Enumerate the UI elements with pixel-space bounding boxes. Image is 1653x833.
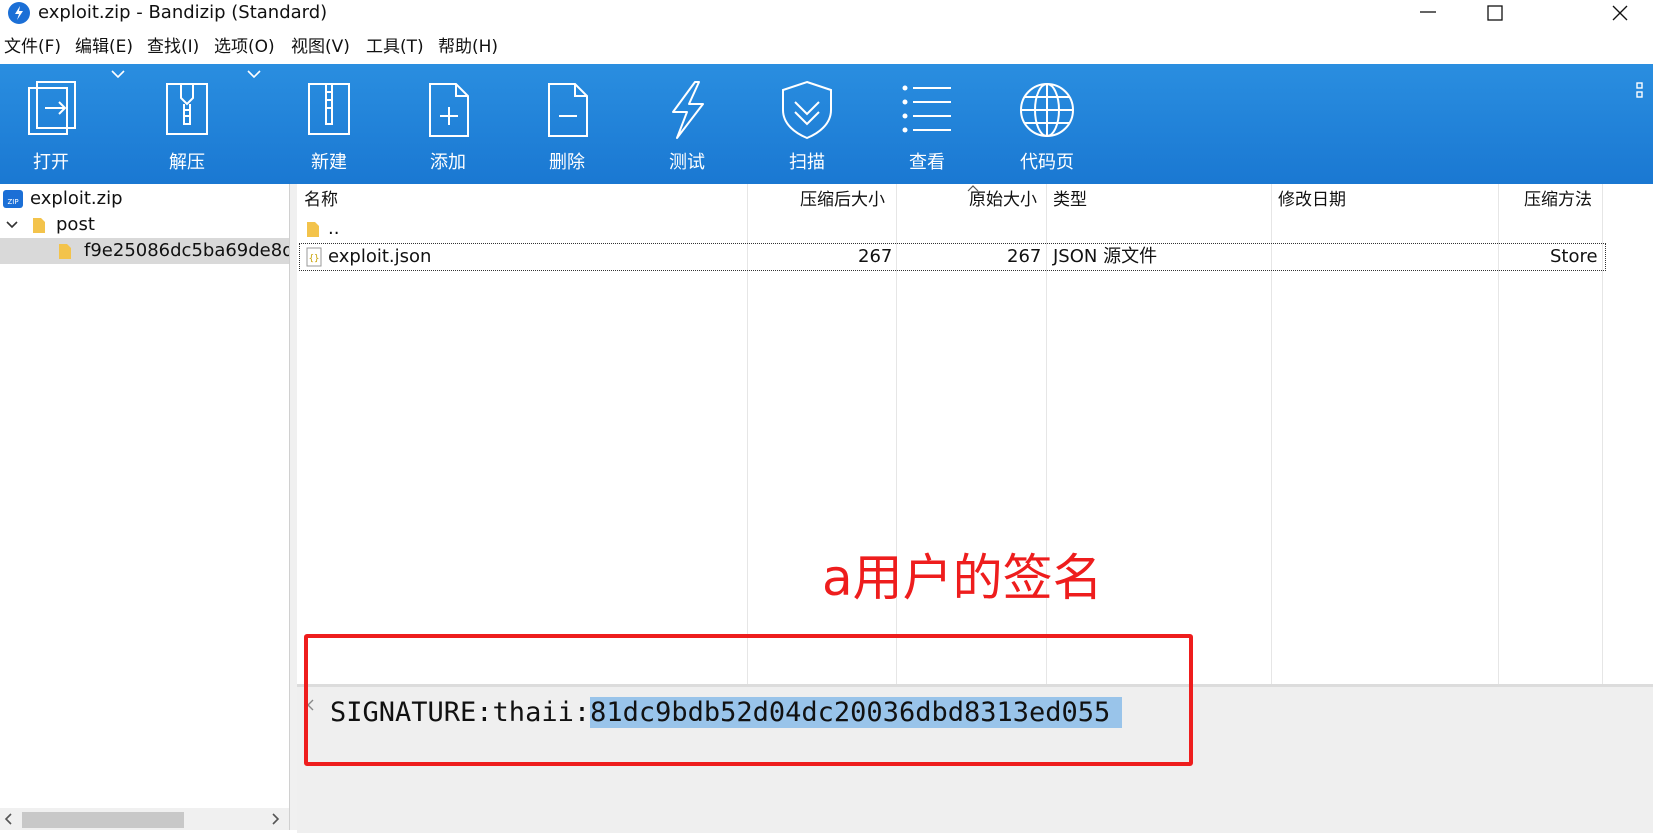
row-name: ..	[328, 218, 340, 239]
codepage-label: 代码页	[1020, 152, 1074, 173]
test-bolt-icon	[672, 81, 704, 139]
table-row-file[interactable]: {} exploit.json 267 267 JSON 源文件 Store	[299, 243, 1606, 271]
tree-horizontal-scrollbar[interactable]	[0, 808, 289, 830]
extract-button[interactable]: 解压	[137, 64, 237, 184]
folder-tree: ZIP exploit.zip post f9e25086dc5ba69de8d	[0, 184, 290, 830]
menu-view[interactable]: 视图(V)	[291, 35, 350, 59]
svg-text:ZIP: ZIP	[7, 198, 18, 206]
title-bar: exploit.zip - Bandizip (Standard)	[0, 0, 1653, 26]
codepage-button[interactable]: 代码页	[997, 64, 1097, 184]
folder-icon	[307, 222, 319, 237]
menu-edit[interactable]: 编辑(E)	[75, 35, 133, 59]
test-label: 测试	[669, 152, 705, 173]
view-list-icon	[902, 85, 951, 133]
scrollbar-thumb[interactable]	[22, 812, 184, 828]
window-title: exploit.zip - Bandizip (Standard)	[38, 2, 328, 23]
table-row-parent[interactable]: ..	[300, 216, 1605, 242]
tree-item-archive-label: exploit.zip	[30, 188, 123, 209]
annotation-label: a用户的签名	[822, 549, 1103, 607]
row-method: Store	[1550, 246, 1598, 267]
toolbar: 打开 解压 新建 添加 删除 测试 扫描 查看 代码页	[0, 64, 1653, 184]
codepage-globe-icon	[1020, 83, 1074, 137]
add-file-icon	[429, 83, 469, 137]
delete-button[interactable]: 删除	[517, 64, 617, 184]
folder-icon	[33, 218, 45, 233]
menu-bar: 文件(F) 编辑(E) 查找(I) 选项(O) 视图(V) 工具(T) 帮助(H…	[0, 34, 1653, 62]
column-header-original-size[interactable]: 原始大小	[969, 188, 1037, 212]
close-button[interactable]	[1590, 0, 1650, 26]
row-type: JSON 源文件	[1053, 246, 1158, 267]
tree-item-subfolder[interactable]: f9e25086dc5ba69de8d	[0, 238, 289, 264]
chevron-down-icon[interactable]	[6, 221, 18, 229]
open-button[interactable]: 打开	[1, 64, 101, 184]
menu-options[interactable]: 选项(O)	[214, 35, 275, 59]
toolbar-overflow-icon[interactable]	[1636, 82, 1650, 102]
scroll-right-icon	[272, 813, 280, 825]
row-original-size: 267	[1007, 246, 1042, 267]
json-file-icon: {}	[306, 247, 322, 267]
column-header-type[interactable]: 类型	[1053, 188, 1087, 212]
tree-item-post[interactable]: post	[0, 212, 289, 238]
test-button[interactable]: 测试	[637, 64, 737, 184]
scan-button[interactable]: 扫描	[757, 64, 857, 184]
view-button[interactable]: 查看	[877, 64, 977, 184]
tree-item-subfolder-label: f9e25086dc5ba69de8d	[84, 240, 289, 261]
maximize-button[interactable]	[1465, 0, 1525, 26]
minimize-icon	[1420, 11, 1436, 13]
new-archive-button[interactable]: 新建	[279, 64, 379, 184]
tree-item-post-label: post	[56, 214, 95, 235]
scan-shield-icon	[782, 80, 832, 140]
open-label: 打开	[33, 152, 69, 173]
chevron-down-icon	[111, 70, 125, 78]
extract-label: 解压	[169, 152, 205, 173]
column-header-modified[interactable]: 修改日期	[1278, 188, 1346, 212]
menu-find[interactable]: 查找(I)	[147, 35, 199, 59]
chevron-down-icon	[247, 70, 261, 78]
column-header-method[interactable]: 压缩方法	[1524, 188, 1592, 212]
menu-file[interactable]: 文件(F)	[4, 35, 61, 59]
close-icon	[1612, 5, 1628, 21]
extract-icon	[166, 83, 208, 135]
add-button[interactable]: 添加	[398, 64, 498, 184]
bandizip-app-icon	[8, 2, 30, 24]
open-dropdown-arrow[interactable]	[108, 64, 128, 84]
new-archive-label: 新建	[311, 152, 347, 173]
new-archive-icon	[308, 83, 350, 135]
add-label: 添加	[430, 152, 466, 173]
row-compressed-size: 267	[858, 246, 893, 267]
scroll-left-icon	[4, 813, 12, 825]
svg-text:{}: {}	[309, 254, 320, 264]
row-name: exploit.json	[328, 246, 432, 267]
open-icon	[28, 81, 76, 135]
folder-icon	[59, 244, 71, 259]
menu-tools[interactable]: 工具(T)	[366, 35, 424, 59]
scan-label: 扫描	[789, 152, 825, 173]
column-header-compressed-size[interactable]: 压缩后大小	[800, 188, 885, 212]
delete-file-icon	[548, 83, 588, 137]
menu-help[interactable]: 帮助(H)	[438, 35, 498, 59]
view-label: 查看	[909, 152, 945, 173]
zip-archive-icon: ZIP	[3, 190, 23, 208]
extract-dropdown-arrow[interactable]	[244, 64, 264, 84]
minimize-button[interactable]	[1398, 0, 1458, 26]
delete-label: 删除	[549, 152, 585, 173]
column-header-name[interactable]: 名称	[304, 188, 338, 212]
annotation-highlight-box	[304, 634, 1193, 766]
tree-item-archive[interactable]: ZIP exploit.zip	[0, 186, 289, 212]
maximize-icon	[1487, 5, 1503, 21]
